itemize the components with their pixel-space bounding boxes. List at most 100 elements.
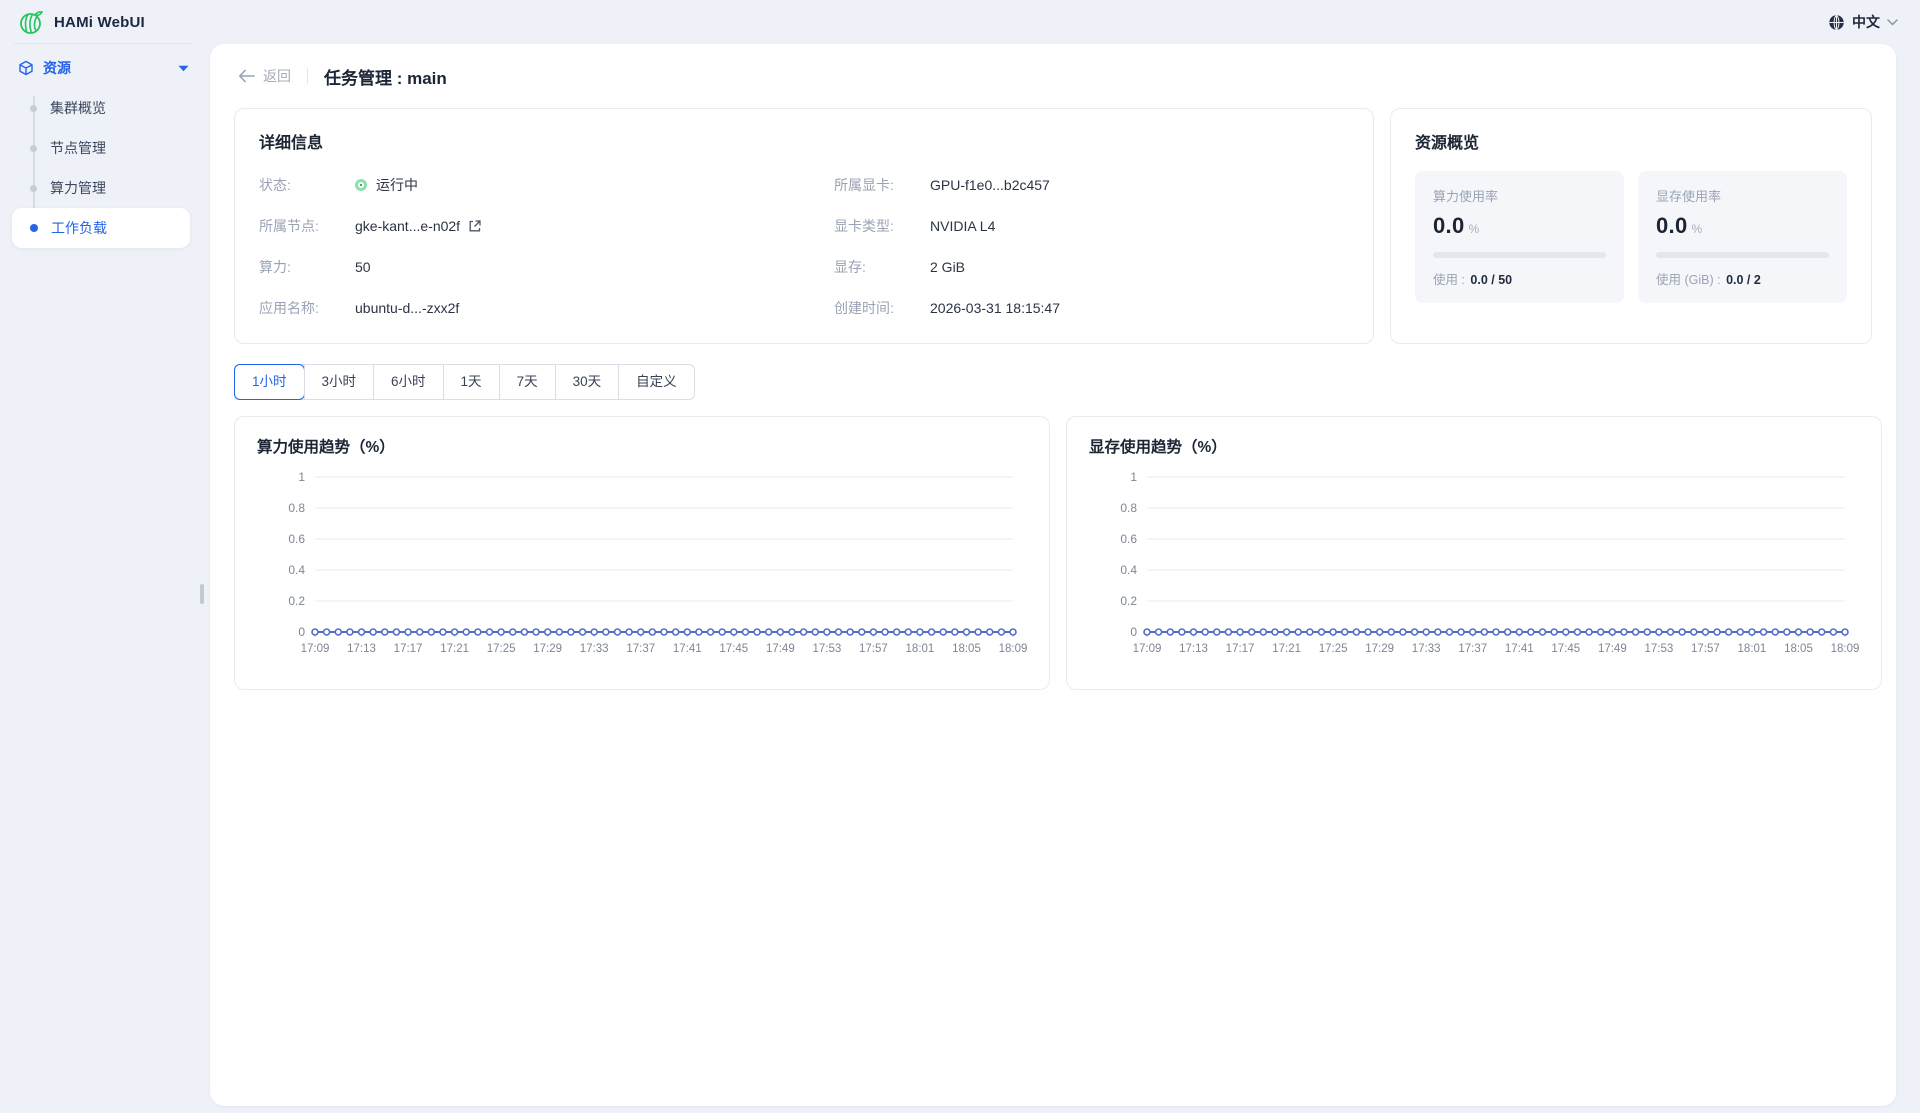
back-button[interactable]: 返回 bbox=[238, 66, 291, 86]
time-tab-5[interactable]: 7天 bbox=[499, 365, 555, 399]
time-tab-4[interactable]: 1天 bbox=[443, 365, 499, 399]
caret-down-icon[interactable] bbox=[178, 59, 189, 77]
field-value-text: 2 GiB bbox=[930, 259, 965, 275]
svg-text:17:25: 17:25 bbox=[487, 643, 516, 655]
time-tab-2[interactable]: 3小时 bbox=[304, 365, 374, 399]
field-label: 创建时间: bbox=[834, 298, 930, 318]
menu-bullet-icon bbox=[30, 224, 38, 232]
svg-text:17:41: 17:41 bbox=[673, 643, 702, 655]
svg-text:0.4: 0.4 bbox=[288, 563, 305, 577]
metric-value: 0.0 bbox=[1433, 213, 1464, 239]
svg-text:18:09: 18:09 bbox=[999, 643, 1027, 655]
sidebar: 资源 集群概览节点管理算力管理工作负载 bbox=[0, 44, 205, 1113]
svg-text:17:17: 17:17 bbox=[1226, 643, 1255, 655]
brand: HAMi WebUI bbox=[18, 0, 145, 44]
field-label: 应用名称: bbox=[259, 298, 355, 318]
time-tab-7[interactable]: 自定义 bbox=[618, 365, 694, 399]
sidebar-item-2[interactable]: 节点管理 bbox=[12, 128, 190, 168]
svg-text:0.6: 0.6 bbox=[288, 532, 305, 546]
svg-text:17:45: 17:45 bbox=[719, 643, 748, 655]
metric-value: 0.0 bbox=[1656, 213, 1687, 239]
detail-field: 所属显卡:GPU-f1e0...b2c457 bbox=[834, 175, 1349, 195]
language-selector[interactable]: 中文 bbox=[1828, 0, 1898, 44]
field-label: 显存: bbox=[834, 257, 930, 277]
field-value: 2 GiB bbox=[930, 259, 965, 275]
svg-text:17:21: 17:21 bbox=[440, 643, 469, 655]
svg-text:0: 0 bbox=[298, 625, 305, 639]
svg-text:17:49: 17:49 bbox=[1598, 643, 1627, 655]
svg-text:17:33: 17:33 bbox=[580, 643, 609, 655]
svg-text:17:13: 17:13 bbox=[1179, 643, 1208, 655]
metric-usage: 使用 : 0.0 / 50 bbox=[1433, 269, 1606, 288]
metric-unit: % bbox=[1691, 222, 1702, 236]
svg-text:17:57: 17:57 bbox=[1691, 643, 1720, 655]
metric-usage-value: 0.0 / 50 bbox=[1470, 273, 1512, 287]
svg-text:17:53: 17:53 bbox=[812, 643, 841, 655]
overview-metric-card-2: 显存使用率0.0%使用 (GiB) : 0.0 / 2 bbox=[1638, 171, 1847, 303]
time-tab-1[interactable]: 1小时 bbox=[235, 365, 304, 399]
svg-text:18:05: 18:05 bbox=[952, 643, 981, 655]
field-value: gke-kant...e-n02f bbox=[355, 218, 482, 234]
detail-field: 算力:50 bbox=[259, 257, 774, 277]
detail-field: 创建时间:2026-03-31 18:15:47 bbox=[834, 298, 1349, 318]
field-value: GPU-f1e0...b2c457 bbox=[930, 177, 1050, 193]
sidebar-resize-handle[interactable] bbox=[200, 584, 204, 604]
svg-text:17:37: 17:37 bbox=[1458, 643, 1487, 655]
node-link[interactable]: gke-kant...e-n02f bbox=[355, 218, 460, 234]
field-value: NVIDIA L4 bbox=[930, 218, 995, 234]
time-tab-3[interactable]: 6小时 bbox=[373, 365, 443, 399]
field-value-text: NVIDIA L4 bbox=[930, 218, 995, 234]
field-value-text: 2026-03-31 18:15:47 bbox=[930, 300, 1060, 316]
detail-field: 所属节点:gke-kant...e-n02f bbox=[259, 216, 774, 236]
svg-text:17:29: 17:29 bbox=[1365, 643, 1394, 655]
svg-text:0: 0 bbox=[1130, 625, 1137, 639]
chevron-down-icon bbox=[1887, 19, 1898, 26]
svg-text:17:29: 17:29 bbox=[533, 643, 562, 655]
sidebar-item-4[interactable]: 工作负载 bbox=[12, 208, 190, 248]
metric-unit: % bbox=[1468, 222, 1479, 236]
svg-text:17:37: 17:37 bbox=[626, 643, 655, 655]
sidebar-group-label: 资源 bbox=[43, 58, 71, 78]
svg-text:18:09: 18:09 bbox=[1831, 643, 1859, 655]
metric-value-row: 0.0% bbox=[1433, 213, 1606, 239]
metric-progress-bar bbox=[1433, 252, 1606, 258]
resource-overview-card: 资源概览 算力使用率0.0%使用 : 0.0 / 50显存使用率0.0%使用 (… bbox=[1390, 108, 1872, 344]
svg-text:17:13: 17:13 bbox=[347, 643, 376, 655]
field-value: 2026-03-31 18:15:47 bbox=[930, 300, 1060, 316]
svg-text:0.6: 0.6 bbox=[1120, 532, 1137, 546]
field-label: 状态: bbox=[259, 175, 355, 195]
cube-icon bbox=[18, 60, 34, 76]
svg-text:1: 1 bbox=[298, 470, 305, 484]
header-divider bbox=[307, 68, 308, 84]
field-label: 显卡类型: bbox=[834, 216, 930, 236]
time-range-tabs: 1小时3小时6小时1天7天30天自定义 bbox=[234, 364, 695, 400]
external-link-icon[interactable] bbox=[468, 219, 482, 233]
sidebar-menu: 集群概览节点管理算力管理工作负载 bbox=[0, 88, 205, 248]
top-bar: HAMi WebUI 中文 bbox=[0, 0, 1920, 44]
sidebar-group-resources[interactable]: 资源 bbox=[18, 58, 189, 78]
svg-text:17:41: 17:41 bbox=[1505, 643, 1534, 655]
field-value-text: 50 bbox=[355, 259, 371, 275]
svg-text:18:01: 18:01 bbox=[1738, 643, 1767, 655]
field-value-text: ubuntu-d...-zxx2f bbox=[355, 300, 459, 316]
svg-text:0.8: 0.8 bbox=[288, 501, 305, 515]
sidebar-item-1[interactable]: 集群概览 bbox=[12, 88, 190, 128]
charts-row: 算力使用趋势（%）10.80.60.40.2017:0917:1317:1717… bbox=[234, 416, 1872, 690]
memory-trend-chart-card: 显存使用趋势（%）10.80.60.40.2017:0917:1317:1717… bbox=[1066, 416, 1882, 690]
svg-text:17:09: 17:09 bbox=[301, 643, 330, 655]
svg-text:17:33: 17:33 bbox=[1412, 643, 1441, 655]
svg-text:17:25: 17:25 bbox=[1319, 643, 1348, 655]
field-value-text: GPU-f1e0...b2c457 bbox=[930, 177, 1050, 193]
menu-bullet-icon bbox=[30, 185, 37, 192]
metric-label: 显存使用率 bbox=[1656, 186, 1829, 205]
metric-usage-value: 0.0 / 2 bbox=[1726, 273, 1761, 287]
sidebar-item-label: 节点管理 bbox=[50, 138, 106, 158]
detail-grid: 状态:运行中所属显卡:GPU-f1e0...b2c457所属节点:gke-kan… bbox=[259, 175, 1349, 318]
sidebar-item-label: 算力管理 bbox=[50, 178, 106, 198]
sidebar-item-3[interactable]: 算力管理 bbox=[12, 168, 190, 208]
time-tab-6[interactable]: 30天 bbox=[555, 365, 619, 399]
detail-card-title: 详细信息 bbox=[259, 129, 1349, 153]
page-header: 返回 任务管理 : main bbox=[234, 44, 1872, 108]
metric-value-row: 0.0% bbox=[1656, 213, 1829, 239]
compute-trend-chart-card: 算力使用趋势（%）10.80.60.40.2017:0917:1317:1717… bbox=[234, 416, 1050, 690]
